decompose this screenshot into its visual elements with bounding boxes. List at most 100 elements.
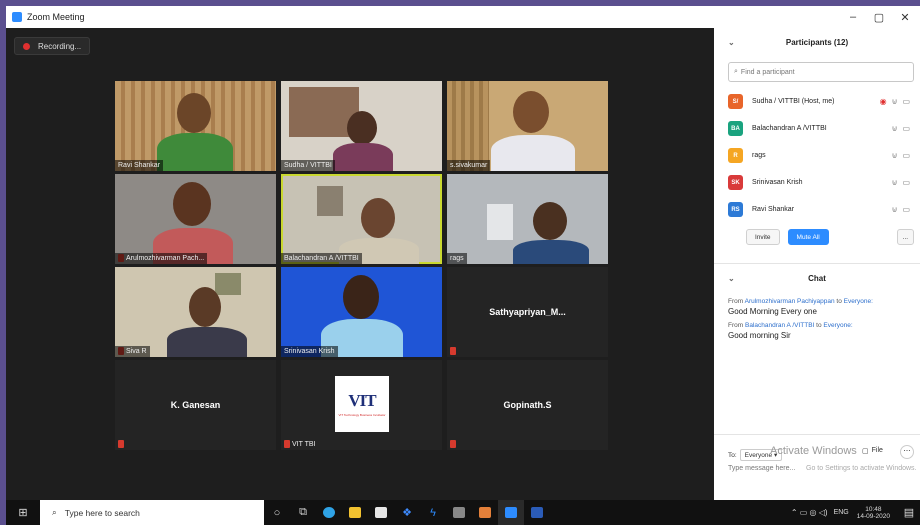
participant-row[interactable]: S/ Sudha / VITTBI (Host, me) ◉ ⊍ ▭	[714, 88, 920, 115]
search-icon: ⌕	[52, 507, 57, 517]
participant-name: K. Ganesan	[170, 400, 221, 410]
video-tile[interactable]: Ravi Shankar	[115, 81, 276, 171]
mic-icon[interactable]: ⊍	[892, 151, 898, 160]
video-tile[interactable]: VIT VIT Technology Business Incubator VI…	[281, 360, 442, 450]
title-bar: Zoom Meeting – ▢ ✕	[6, 6, 920, 28]
chat-sender[interactable]: Arulmozhivarman Pachiyappan	[745, 298, 835, 305]
recording-indicator[interactable]: Recording...	[14, 37, 91, 55]
more-options-button[interactable]: ...	[896, 229, 915, 245]
video-tile[interactable]: s.sivakumar	[447, 81, 608, 171]
avatar: S/	[728, 94, 743, 109]
zoom-window: Zoom Meeting – ▢ ✕ Recording... Ravi Sha…	[6, 6, 920, 525]
record-icon	[23, 42, 30, 50]
avatar: R	[728, 148, 743, 163]
participant-name: Arulmozhivarman Pach...	[115, 253, 208, 264]
chat-message-text: Good morning Sir	[728, 331, 791, 340]
system-tray-icons[interactable]: ⌃ ▭ ◎ ◁)	[791, 508, 828, 517]
chat-header: ⌄ Chat	[714, 264, 920, 292]
participant-name: Gopinath.S	[503, 400, 552, 410]
participant-row-name: Sudha / VITTBI (Host, me)	[752, 98, 835, 105]
invite-button[interactable]: Invite	[746, 229, 780, 245]
activate-windows-watermark: Activate Windows	[770, 445, 857, 457]
store-icon[interactable]	[368, 500, 394, 525]
collapse-chevron-icon[interactable]: ⌄	[728, 274, 735, 283]
cortana-icon[interactable]: ○	[264, 500, 290, 525]
file-icon: ▢	[862, 448, 869, 455]
video-tile[interactable]: Arulmozhivarman Pach...	[115, 174, 276, 264]
collapse-chevron-icon[interactable]: ⌄	[728, 38, 735, 47]
participant-row-name: Balachandran A /VITTBI	[752, 125, 827, 132]
windows-start-icon[interactable]: ⊞	[6, 500, 40, 525]
word-icon[interactable]	[524, 500, 550, 525]
zoom-logo-icon	[12, 12, 22, 22]
activate-windows-subtext: Go to Settings to activate Windows.	[806, 465, 917, 472]
file-button[interactable]: ▢ File	[862, 447, 883, 455]
participant-row[interactable]: BA Balachandran A /VITTBI ⊍ ▭	[714, 115, 920, 142]
video-tile-camera-off[interactable]: K. Ganesan	[115, 360, 276, 450]
camera-icon[interactable]: ▭	[902, 151, 910, 160]
mic-icon[interactable]: ⊍	[892, 205, 898, 214]
participant-row[interactable]: RS Ravi Shankar ⊍ ▭	[714, 196, 920, 223]
participant-search-input[interactable]: ⌕ Find a participant	[728, 62, 914, 82]
chat-message-text: Good Morning Every one	[728, 307, 817, 316]
search-icon: ⌕	[734, 68, 738, 75]
chat-title: Chat	[808, 273, 826, 283]
participant-name: Balachandran A /VITTBI	[281, 253, 362, 264]
edge-icon[interactable]	[316, 500, 342, 525]
window-title: Zoom Meeting	[27, 12, 85, 22]
camera-icon[interactable]: ▭	[902, 97, 910, 106]
participant-row[interactable]: R rags ⊍ ▭	[714, 142, 920, 169]
recording-label: Recording...	[38, 41, 82, 51]
participant-name: Sudha / VITTBI	[281, 160, 335, 171]
muted-mic-icon	[450, 347, 456, 355]
close-button[interactable]: ✕	[892, 6, 918, 28]
avatar: SK	[728, 175, 743, 190]
record-icon: ◉	[879, 97, 887, 106]
chat-message: From Balachandran A /VITTBI to Everyone:…	[714, 322, 920, 340]
zoom-taskbar-icon[interactable]	[498, 500, 524, 525]
chat-sender[interactable]: Balachandran A /VITTBI	[745, 322, 814, 329]
participant-row[interactable]: SK Srinivasan Krish ⊍ ▭	[714, 169, 920, 196]
chat-input[interactable]: Type message here...	[728, 465, 795, 472]
participant-row-name: Srinivasan Krish	[752, 179, 803, 186]
notifications-icon[interactable]: ▤	[898, 500, 920, 525]
participant-name: VIT TBI	[292, 441, 316, 448]
mic-icon[interactable]: ⊍	[892, 124, 898, 133]
maximize-button[interactable]: ▢	[866, 6, 892, 28]
mic-icon[interactable]: ⊍	[892, 178, 898, 187]
muted-mic-icon	[450, 440, 456, 448]
minimize-button[interactable]: –	[840, 6, 866, 28]
camera-icon[interactable]: ▭	[902, 205, 910, 214]
muted-mic-icon	[118, 440, 124, 448]
chat-more-button[interactable]: ⋯	[900, 445, 914, 459]
file-explorer-icon[interactable]	[342, 500, 368, 525]
video-tile-active-speaker[interactable]: Balachandran A /VITTBI	[281, 174, 442, 264]
taskbar-search-input[interactable]: ⌕ Type here to search	[40, 500, 264, 525]
camera-app-icon[interactable]	[446, 500, 472, 525]
video-tile[interactable]: Siva R	[115, 267, 276, 357]
task-view-icon[interactable]: ⧉	[290, 500, 316, 525]
mute-all-button[interactable]: Mute All	[787, 229, 829, 245]
video-tile-camera-off[interactable]: Sathyapriyan_M...	[447, 267, 608, 357]
to-label: To:	[728, 451, 737, 459]
camera-icon[interactable]: ▭	[902, 124, 910, 133]
participant-name: Siva R	[115, 346, 150, 357]
windows-taskbar: ⊞ ⌕ Type here to search ○ ⧉ ❖ ϟ ⌃ ▭ ◎ ◁)…	[6, 500, 920, 525]
language-indicator[interactable]: ENG	[834, 509, 849, 516]
participant-name: Ravi Shankar	[115, 160, 164, 171]
photos-icon[interactable]	[472, 500, 498, 525]
participant-name: s.sivakumar	[447, 160, 491, 171]
clock[interactable]: 10:48 14-09-2020	[857, 506, 890, 520]
dropbox-icon[interactable]: ❖	[394, 500, 420, 525]
video-tile[interactable]: rags	[447, 174, 608, 264]
camera-icon[interactable]: ▭	[902, 178, 910, 187]
participant-name: Srinivasan Krish	[281, 346, 338, 357]
chat-recipient[interactable]: Everyone:	[844, 298, 873, 305]
participants-header: ⌄ Participants (12)	[714, 28, 920, 56]
video-tile[interactable]: Sudha / VITTBI	[281, 81, 442, 171]
chat-recipient[interactable]: Everyone:	[823, 322, 852, 329]
mic-icon[interactable]: ⊍	[892, 97, 898, 106]
bolt-app-icon[interactable]: ϟ	[420, 500, 446, 525]
video-tile[interactable]: Srinivasan Krish	[281, 267, 442, 357]
video-tile-camera-off[interactable]: Gopinath.S	[447, 360, 608, 450]
